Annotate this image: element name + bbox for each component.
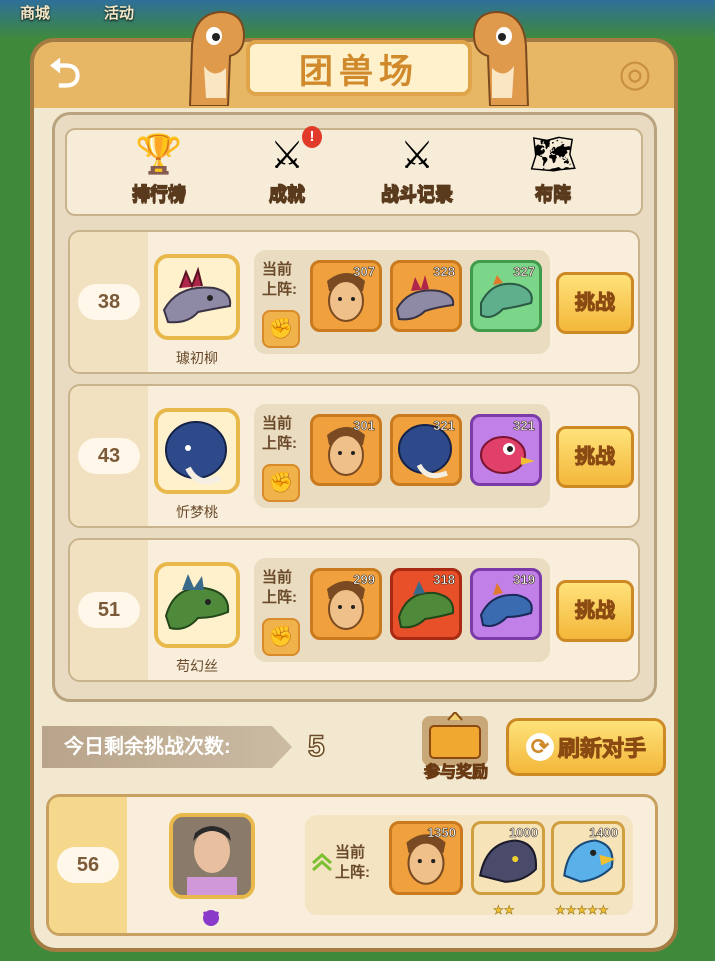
lineup-label: 当前上阵:	[335, 844, 370, 881]
back-arrow-icon[interactable]: ⮌	[40, 52, 90, 96]
my-avatar[interactable]	[169, 813, 255, 899]
opponent-avatar[interactable]	[154, 408, 240, 494]
fist-icon: ✊	[262, 464, 300, 502]
lineup-panel: 当前上阵: ✊ 299 318 319	[254, 558, 550, 662]
opponent-row: 43 忻梦桃 当前上阵: ✊ 301 321 321 挑战	[68, 384, 640, 528]
tab-achievements[interactable]: ⚔ ! 成就	[232, 126, 342, 216]
opponent-row: 51 苟幻丝 当前上阵: ✊ 299 318 319 挑战	[68, 538, 640, 682]
remaining-challenges-bar: 今日剩余挑战次数:	[42, 726, 292, 768]
pet-slot-caveman[interactable]: 299	[310, 568, 382, 640]
spiral-decor-icon: ◎	[618, 53, 652, 95]
remaining-count: 5	[307, 729, 325, 764]
pet-slot-dinosaur[interactable]: 319	[470, 568, 542, 640]
pet-slot-caveman[interactable]: 307	[310, 260, 382, 332]
rank-number: 51	[78, 592, 140, 628]
lineup-panel: 当前上阵: ✊ 307 328 327	[254, 250, 550, 354]
events-label[interactable]: 活动	[104, 2, 134, 23]
lineup-panel: 当前上阵: ✊ 301 321 321	[254, 404, 550, 508]
pet-slot-caveman[interactable]: 301	[310, 414, 382, 486]
opponent-name: 苟幻丝	[176, 658, 218, 674]
pet-slot-caveman[interactable]: 1350	[389, 821, 463, 895]
my-rank-number: 56	[57, 847, 119, 883]
tab-battle-log[interactable]: ⚔ 战斗记录	[362, 130, 472, 216]
tab-formation[interactable]: 🗺 布阵	[498, 130, 608, 216]
challenge-button[interactable]: 挑战	[556, 426, 634, 488]
tab-ranking[interactable]: 🏆 排行榜	[104, 130, 214, 216]
lineup-label: 当前上阵:	[262, 261, 297, 298]
opponent-avatar[interactable]	[154, 562, 240, 648]
pk-map-icon: 🗺	[528, 134, 578, 176]
pet-slot-dinosaur[interactable]: 318	[390, 568, 462, 640]
lineup-label: 当前上阵:	[262, 415, 297, 452]
challenge-button[interactable]: 挑战	[556, 272, 634, 334]
up-arrow-icon	[312, 852, 332, 872]
trophy-icon: 🏆	[135, 134, 183, 176]
shop-label[interactable]: 商城	[20, 2, 50, 23]
star-rating: ★★★★★	[555, 903, 609, 918]
lineup-label: 当前上阵:	[262, 569, 297, 606]
opponent-name: 忻梦桃	[176, 504, 218, 520]
rank-number: 43	[78, 438, 140, 474]
my-lineup-panel: 当前上阵: 1350 1000 1400 ★★ ★★★★★	[305, 815, 633, 918]
pet-slot-bird[interactable]: 321	[470, 414, 542, 486]
remaining-label: 今日剩余挑战次数:	[64, 736, 231, 758]
fist-icon: ✊	[262, 618, 300, 656]
alert-badge: !	[302, 126, 322, 148]
opponent-row: 38 璩初柳 当前上阵: ✊ 307 328 327 挑战	[68, 230, 640, 374]
dino-mascot-right-icon	[472, 10, 530, 106]
pet-slot-beast[interactable]: 1000	[471, 821, 545, 895]
pet-slot-dinosaur[interactable]: 328	[390, 260, 462, 332]
swords-icon: ⚔	[399, 134, 435, 177]
pet-slot-dinosaur[interactable]: 327	[470, 260, 542, 332]
pet-slot-mammoth[interactable]: 321	[390, 414, 462, 486]
refresh-icon: ⟳	[525, 733, 554, 761]
star-rating: ★★	[493, 903, 515, 918]
demon-emoji-icon	[202, 910, 220, 926]
pet-slot-eagle[interactable]: 1400	[551, 821, 625, 895]
opponent-name: 璩初柳	[176, 350, 218, 366]
swords-icon: ⚔	[269, 134, 305, 177]
rank-number: 38	[78, 284, 140, 320]
my-rank-row: 56 当前上阵: 1350 1000 1400 ★★ ★★★★★	[46, 794, 658, 936]
reward-label[interactable]: 参与奖励	[408, 758, 504, 782]
challenge-button[interactable]: 挑战	[556, 580, 634, 642]
page-title: 团兽场	[246, 40, 472, 96]
opponent-avatar[interactable]	[154, 254, 240, 340]
refresh-opponents-button[interactable]: ⟳ 刷新对手	[506, 718, 666, 776]
dino-mascot-left-icon	[188, 10, 246, 106]
fist-icon: ✊	[262, 310, 300, 348]
